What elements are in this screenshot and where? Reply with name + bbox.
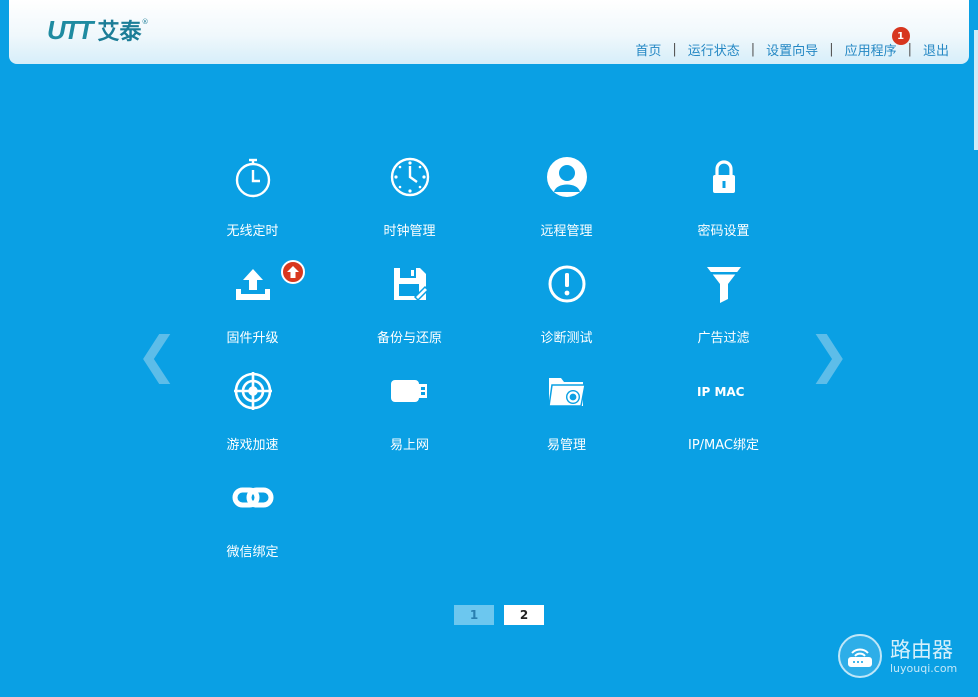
next-page-arrow[interactable]: ❯ [808,326,850,384]
router-icon [838,634,882,678]
nav-status[interactable]: 运行状态 [688,40,740,59]
page-1-button[interactable]: 1 [454,605,494,625]
utt-logo[interactable]: UTT 艾泰 ® [47,14,149,46]
nav-divider: | [750,42,756,57]
logo-mark: UTT [47,14,94,45]
nav-home[interactable]: 首页 [635,40,661,59]
top-nav: 首页 | 运行状态 | 设置向导 | 应用程序 1 | 退出 [635,27,949,59]
plug-icon [389,370,431,412]
page-2-button[interactable]: 2 [504,605,544,625]
watermark: 路由器 luyouqi.com [838,634,957,678]
app-label: 易上网 [389,438,429,453]
prev-page-arrow[interactable]: ❮ [136,326,178,384]
logo-text: 艾泰 [97,20,142,45]
target-icon [232,370,274,412]
app-label: 微信绑定 [226,545,279,560]
funnel-icon [703,263,745,305]
nav-applications-label: 应用程序 [844,44,897,59]
app-firmware-upgrade[interactable]: 固件升级 [174,255,331,362]
nav-setup-wizard[interactable]: 设置向导 [766,40,818,59]
user-icon [546,156,588,198]
app-label: 固件升级 [226,331,279,346]
lock-icon [703,156,745,198]
notification-badge: 1 [891,27,910,45]
nav-divider: | [829,42,834,57]
update-available-icon [281,260,305,284]
app-label: 远程管理 [540,224,593,239]
app-label: 密码设置 [697,224,750,239]
ip-mac-icon: IP MAC [694,370,754,412]
scrollbar[interactable] [974,30,978,150]
app-remote-management[interactable]: 远程管理 [488,148,645,255]
nav-divider: | [672,42,677,57]
nav-applications[interactable]: 应用程序 1 [844,27,910,59]
app-grid: 无线定时 时钟管理 远程管理 密码设置 固件升级 备份与还原 诊断测试 广告过滤… [174,148,802,576]
app-ip-mac-binding[interactable]: IP MAC IP/MAC绑定 [645,362,802,469]
app-diagnostics[interactable]: 诊断测试 [488,255,645,362]
floppy-icon [389,263,431,305]
pagination: 1 2 [454,605,544,625]
app-label: 广告过滤 [697,331,750,346]
header-bar: UTT 艾泰 ® 首页 | 运行状态 | 设置向导 | 应用程序 1 | 退出 [9,0,969,64]
app-label: 无线定时 [226,224,279,239]
app-label: 诊断测试 [540,331,593,346]
ip-mac-icon-text: IP MAC [697,385,745,399]
clock-icon [389,156,431,198]
app-wechat-binding[interactable]: 微信绑定 [174,469,331,576]
watermark-url: luyouqi.com [890,661,958,675]
folder-gear-icon [546,370,588,412]
app-password-settings[interactable]: 密码设置 [645,148,802,255]
link-icon [232,477,274,519]
stopwatch-icon [232,156,274,198]
nav-logout[interactable]: 退出 [923,40,949,59]
upload-icon [232,263,274,305]
app-game-acceleration[interactable]: 游戏加速 [174,362,331,469]
app-label: 易管理 [546,438,586,453]
logo-registered-mark: ® [141,18,149,26]
watermark-title: 路由器 [890,637,953,662]
app-backup-restore[interactable]: 备份与还原 [331,255,488,362]
exclamation-icon [546,263,588,305]
app-clock-management[interactable]: 时钟管理 [331,148,488,255]
app-label: 备份与还原 [376,331,442,346]
app-ad-filter[interactable]: 广告过滤 [645,255,802,362]
app-easy-internet[interactable]: 易上网 [331,362,488,469]
nav-divider: | [907,42,912,57]
app-label: 时钟管理 [383,224,436,239]
app-label: IP/MAC绑定 [687,438,759,453]
app-label: 游戏加速 [226,438,279,453]
app-wireless-timer[interactable]: 无线定时 [174,148,331,255]
app-easy-management[interactable]: 易管理 [488,362,645,469]
